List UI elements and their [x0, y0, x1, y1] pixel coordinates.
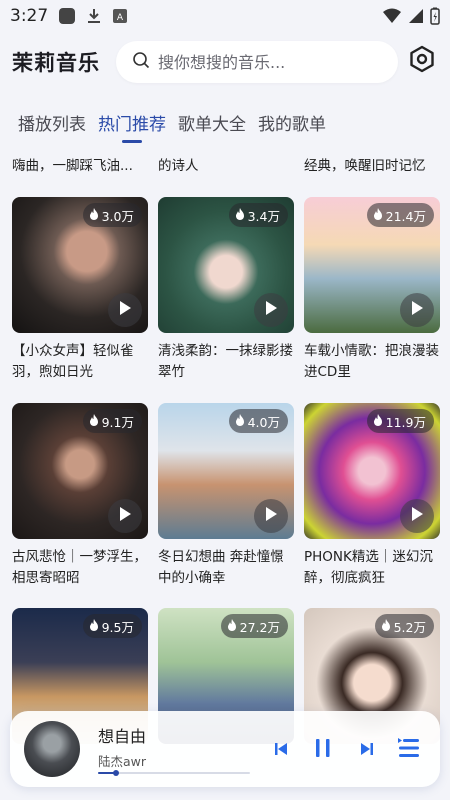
next-button[interactable] — [352, 735, 382, 765]
play-count: 11.9万 — [385, 414, 426, 430]
card-title[interactable]: 嗨曲，一脚踩飞油... — [12, 154, 148, 174]
fire-icon — [89, 618, 99, 634]
playlist-card[interactable]: 11.9万 PHONK精选｜迷幻沉醉，彻底疯狂 — [304, 403, 440, 589]
play-count-badge: 5.2万 — [374, 614, 434, 638]
play-count: 21.4万 — [385, 208, 426, 224]
play-icon — [264, 300, 278, 320]
pause-icon — [314, 738, 332, 762]
pause-button[interactable] — [308, 735, 338, 765]
wifi-icon — [382, 8, 402, 29]
playlist-cover[interactable]: 4.0万 — [158, 403, 294, 539]
play-button[interactable] — [108, 499, 142, 533]
fire-icon — [381, 618, 391, 634]
playlist-cover[interactable]: 21.4万 — [304, 197, 440, 333]
cut-off-row: 嗨曲，一脚踩飞油... 的诗人 经典，唤醒旧时记忆 — [0, 148, 450, 178]
card-title: 冬日幻想曲 奔赴憧憬中的小确幸 — [158, 549, 284, 586]
fire-icon — [89, 207, 99, 223]
fire-icon — [235, 207, 245, 223]
status-bar: 3:27 A — [0, 0, 450, 32]
play-icon — [410, 506, 424, 526]
play-count: 4.0万 — [247, 414, 280, 430]
card-title[interactable]: 的诗人 — [158, 154, 294, 174]
app-header: 茉莉音乐 — [0, 34, 450, 90]
playlist-card[interactable]: 21.4万 车载小情歌：把浪漫装进CD里 — [304, 197, 440, 383]
play-count-badge: 3.4万 — [228, 203, 288, 227]
tab-my-playlists[interactable]: 我的歌单 — [258, 110, 326, 143]
play-button[interactable] — [400, 293, 434, 327]
play-button[interactable] — [400, 499, 434, 533]
playlist-card[interactable]: 4.0万 冬日幻想曲 奔赴憧憬中的小确幸 — [158, 403, 294, 589]
card-title: 古风悲怆｜一梦浮生，相思寄昭昭 — [12, 549, 147, 586]
battery-icon — [430, 7, 440, 30]
text-app-icon: A — [112, 8, 128, 24]
now-playing-cover[interactable] — [24, 721, 80, 777]
search-icon — [132, 51, 150, 73]
play-count-badge: 3.0万 — [82, 203, 142, 227]
play-icon — [410, 300, 424, 320]
play-button[interactable] — [254, 293, 288, 327]
search-input[interactable] — [158, 52, 378, 72]
progress-knob[interactable] — [113, 770, 120, 776]
play-count-badge: 9.5万 — [82, 614, 142, 638]
play-icon — [118, 506, 132, 526]
song-title: 想自由 — [98, 727, 147, 746]
playlist-cover[interactable]: 3.4万 — [158, 197, 294, 333]
card-title: 清浅柔韵：一抹绿影搂翠竹 — [158, 343, 293, 380]
playlist-cover[interactable]: 11.9万 — [304, 403, 440, 539]
svg-text:A: A — [117, 13, 124, 23]
play-count-badge: 11.9万 — [366, 409, 434, 433]
status-time: 3:27 — [10, 6, 49, 26]
tab-playlist-collection[interactable]: 歌单大全 — [178, 110, 246, 143]
notification-app-icon — [58, 7, 76, 25]
card-title[interactable]: 经典，唤醒旧时记忆 — [304, 154, 440, 174]
play-icon — [264, 506, 278, 526]
play-count: 9.5万 — [101, 619, 134, 635]
tab-playlist[interactable]: 播放列表 — [18, 110, 86, 143]
fire-icon — [227, 618, 237, 634]
song-artist: 陆杰awr — [98, 754, 147, 769]
playlist-cover[interactable]: 3.0万 — [12, 197, 148, 333]
card-title: 【小众女声】轻似雀羽，煦如日光 — [12, 343, 134, 380]
previous-button[interactable] — [266, 735, 296, 765]
playlist-card[interactable]: 3.4万 清浅柔韵：一抹绿影搂翠竹 — [158, 197, 294, 383]
play-count: 5.2万 — [393, 619, 426, 635]
mini-player[interactable]: 想自由 陆杰awr — [10, 711, 440, 787]
hexagon-settings-icon — [408, 45, 436, 77]
play-button[interactable] — [108, 293, 142, 327]
skip-next-icon — [360, 741, 374, 760]
card-title: 车载小情歌：把浪漫装进CD里 — [304, 343, 439, 380]
playlist-card[interactable]: 9.1万 古风悲怆｜一梦浮生，相思寄昭昭 — [12, 403, 148, 589]
signal-icon — [408, 8, 424, 29]
playlist-card[interactable]: 3.0万 【小众女声】轻似雀羽，煦如日光 — [12, 197, 148, 383]
fire-icon — [89, 413, 99, 429]
play-count: 9.1万 — [101, 414, 134, 430]
queue-list-icon — [397, 736, 421, 764]
play-count-badge: 21.4万 — [366, 203, 434, 227]
play-button[interactable] — [254, 499, 288, 533]
skip-previous-icon — [274, 741, 288, 760]
search-bar[interactable] — [116, 41, 398, 83]
card-title: PHONK精选｜迷幻沉醉，彻底疯狂 — [304, 549, 433, 586]
play-icon — [118, 300, 132, 320]
play-count: 3.0万 — [101, 208, 134, 224]
play-count-badge: 4.0万 — [228, 409, 288, 433]
play-count-badge: 9.1万 — [82, 409, 142, 433]
play-count: 3.4万 — [247, 208, 280, 224]
playlist-grid: 嗨曲，一脚踩飞油... 的诗人 经典，唤醒旧时记忆 3.0万 【小众女声】轻似雀… — [0, 148, 450, 800]
category-tabs: 播放列表 热门推荐 歌单大全 我的歌单 — [18, 110, 326, 143]
play-count: 27.2万 — [239, 619, 280, 635]
playlist-queue-button[interactable] — [394, 735, 424, 765]
app-title: 茉莉音乐 — [12, 51, 100, 75]
fire-icon — [373, 413, 383, 429]
play-count-badge: 27.2万 — [220, 614, 288, 638]
tab-hot-recommend[interactable]: 热门推荐 — [98, 110, 166, 143]
fire-icon — [235, 413, 245, 429]
settings-button[interactable] — [406, 45, 438, 77]
playlist-cover[interactable]: 9.1万 — [12, 403, 148, 539]
download-icon — [86, 7, 102, 25]
fire-icon — [373, 207, 383, 223]
progress-bar[interactable] — [98, 770, 250, 776]
